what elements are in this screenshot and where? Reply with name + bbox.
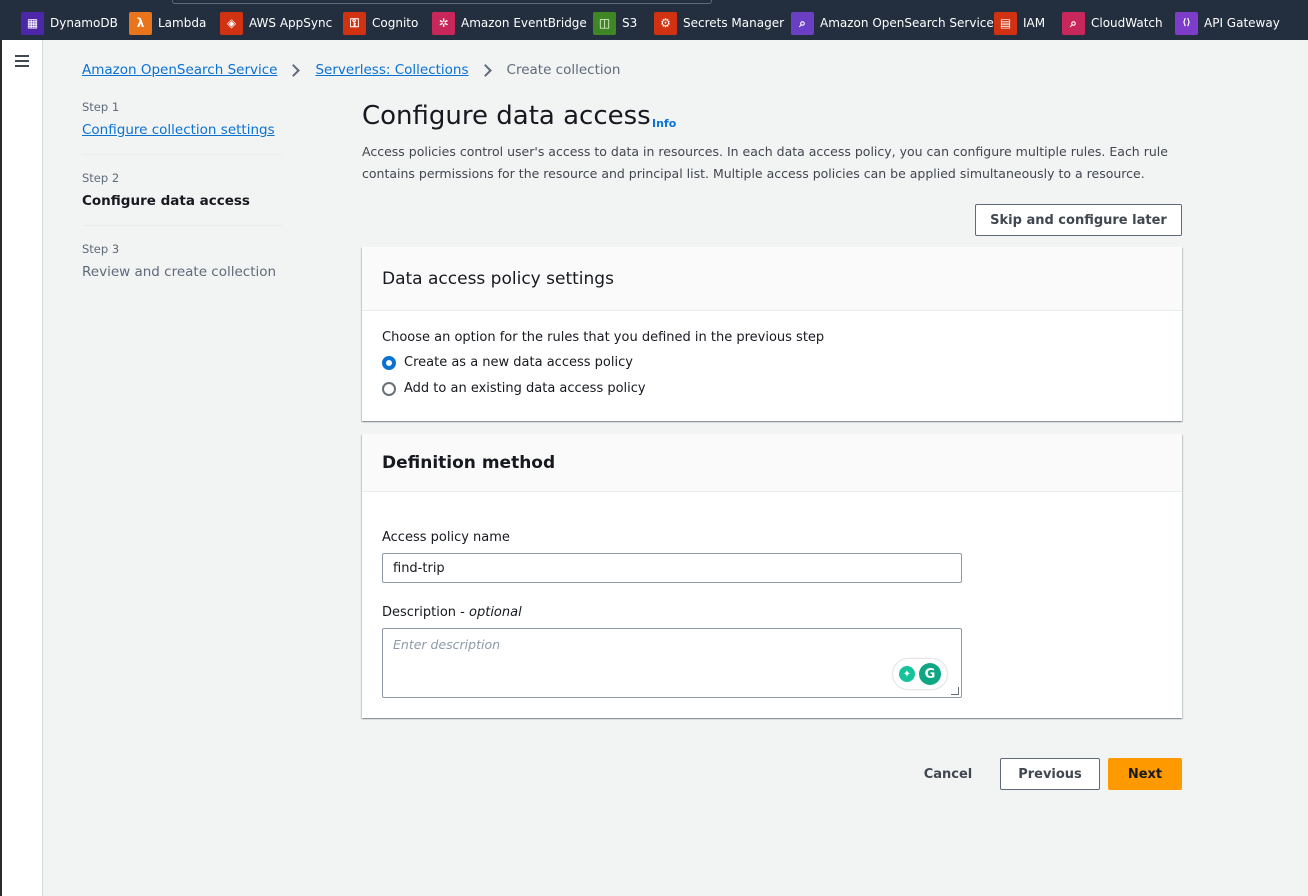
previous-button[interactable]: Previous xyxy=(1000,758,1100,790)
lambda-icon: λ xyxy=(129,11,152,35)
favorite-label: S3 xyxy=(622,16,638,30)
radio-unchecked-icon[interactable] xyxy=(382,381,396,396)
definition-method-panel: Definition method Access policy name fin… xyxy=(362,434,1182,718)
side-navigation xyxy=(0,40,43,896)
secrets-manager-icon: ⚙ xyxy=(654,11,677,35)
radio-label: Create as a new data access policy xyxy=(404,355,633,370)
favorites-bar: ▦ DynamoDB λ Lambda ◈ AWS AppSync ⚿ Cogn… xyxy=(0,0,1308,40)
favorite-label: DynamoDB xyxy=(50,16,118,30)
lightbulb-icon[interactable]: ✦ xyxy=(899,666,915,682)
step-number: Step 1 xyxy=(82,100,120,114)
favorite-dynamodb[interactable]: ▦ DynamoDB xyxy=(21,11,118,35)
page-title: Configure data access xyxy=(362,101,651,131)
wizard-steps: Step 1 Configure collection settings Ste… xyxy=(82,100,282,312)
favorite-s3[interactable]: ◫ S3 xyxy=(593,11,637,35)
chevron-right-icon xyxy=(478,63,492,77)
menu-icon[interactable] xyxy=(15,55,29,67)
step-link-configure-collection[interactable]: Configure collection settings xyxy=(82,122,282,138)
favorite-cognito[interactable]: ⚿ Cognito xyxy=(343,11,418,35)
dynamodb-icon: ▦ xyxy=(21,11,44,35)
appsync-icon: ◈ xyxy=(220,11,243,35)
grammarly-widget[interactable]: ✦ G xyxy=(893,659,947,689)
radio-create-new-policy[interactable]: Create as a new data access policy xyxy=(382,355,633,370)
next-button[interactable]: Next xyxy=(1108,758,1182,790)
favorite-opensearch[interactable]: ⌕ Amazon OpenSearch Service xyxy=(791,11,994,35)
policy-option-prompt: Choose an option for the rules that you … xyxy=(382,330,825,345)
grammarly-icon[interactable]: G xyxy=(919,663,941,685)
skip-configure-later-button[interactable]: Skip and configure later xyxy=(975,204,1182,236)
wizard-step-1: Step 1 Configure collection settings xyxy=(82,100,282,155)
access-policy-name-input[interactable]: find-trip xyxy=(382,553,962,583)
radio-checked-icon[interactable] xyxy=(382,355,396,370)
step-current-configure-data-access: Configure data access xyxy=(82,193,250,209)
favorite-api-gateway[interactable]: ⟨⟩ API Gateway xyxy=(1175,11,1280,35)
description-textarea[interactable]: Enter description ✦ G xyxy=(382,628,962,698)
favorite-label: Secrets Manager xyxy=(683,16,785,30)
favorite-secrets-manager[interactable]: ⚙ Secrets Manager xyxy=(654,11,784,35)
breadcrumb: Amazon OpenSearch Service Serverless: Co… xyxy=(82,62,620,78)
api-gateway-icon: ⟨⟩ xyxy=(1175,11,1198,35)
favorite-label: API Gateway xyxy=(1204,16,1280,30)
panel-header: Definition method xyxy=(362,434,1182,492)
optional-tag: optional xyxy=(469,605,522,620)
favorite-label: IAM xyxy=(1023,16,1046,30)
cognito-icon: ⚿ xyxy=(343,11,366,35)
data-access-policy-settings-panel: Data access policy settings Choose an op… xyxy=(362,247,1182,421)
breadcrumb-collections[interactable]: Serverless: Collections xyxy=(315,62,468,78)
breadcrumb-current: Create collection xyxy=(506,62,621,78)
favorite-iam[interactable]: ▤ IAM xyxy=(994,11,1045,35)
window-edge xyxy=(0,40,2,896)
step-number: Step 3 xyxy=(82,242,120,256)
cloudwatch-icon: ⌕ xyxy=(1062,11,1085,35)
resize-handle-icon[interactable] xyxy=(951,687,959,695)
favorite-label: Cognito xyxy=(372,16,419,30)
search-bar-edge[interactable] xyxy=(172,0,712,4)
description-label-text: Description xyxy=(382,605,457,620)
eventbridge-icon: ✲ xyxy=(432,11,455,35)
wizard-step-2: Step 2 Configure data access xyxy=(82,171,282,226)
panel-header: Data access policy settings xyxy=(362,247,1182,311)
favorite-label: Amazon OpenSearch Service xyxy=(820,16,994,30)
step-review-create: Review and create collection xyxy=(82,264,277,280)
step-number: Step 2 xyxy=(82,171,120,185)
favorite-eventbridge[interactable]: ✲ Amazon EventBridge xyxy=(432,11,587,35)
description-label: Description - optional xyxy=(382,605,522,620)
description-placeholder: Enter description xyxy=(393,637,501,652)
favorite-lambda[interactable]: λ Lambda xyxy=(129,11,206,35)
breadcrumb-opensearch[interactable]: Amazon OpenSearch Service xyxy=(82,62,277,78)
cancel-button[interactable]: Cancel xyxy=(916,758,980,790)
favorite-appsync[interactable]: ◈ AWS AppSync xyxy=(220,11,332,35)
radio-label: Add to an existing data access policy xyxy=(404,381,646,396)
wizard-step-3: Step 3 Review and create collection xyxy=(82,242,282,296)
iam-icon: ▤ xyxy=(994,11,1017,35)
chevron-right-icon xyxy=(287,63,301,77)
page-description: Access policies control user's access to… xyxy=(362,144,1168,181)
favorite-label: CloudWatch xyxy=(1091,16,1163,30)
favorite-label: AWS AppSync xyxy=(249,16,333,30)
favorite-cloudwatch[interactable]: ⌕ CloudWatch xyxy=(1062,11,1163,35)
favorite-label: Lambda xyxy=(158,16,207,30)
info-link[interactable]: Info xyxy=(652,117,676,130)
radio-add-existing-policy[interactable]: Add to an existing data access policy xyxy=(382,381,646,396)
s3-icon: ◫ xyxy=(593,11,616,35)
favorite-label: Amazon EventBridge xyxy=(461,16,587,30)
access-policy-name-label: Access policy name xyxy=(382,530,510,545)
opensearch-icon: ⌕ xyxy=(791,11,814,35)
